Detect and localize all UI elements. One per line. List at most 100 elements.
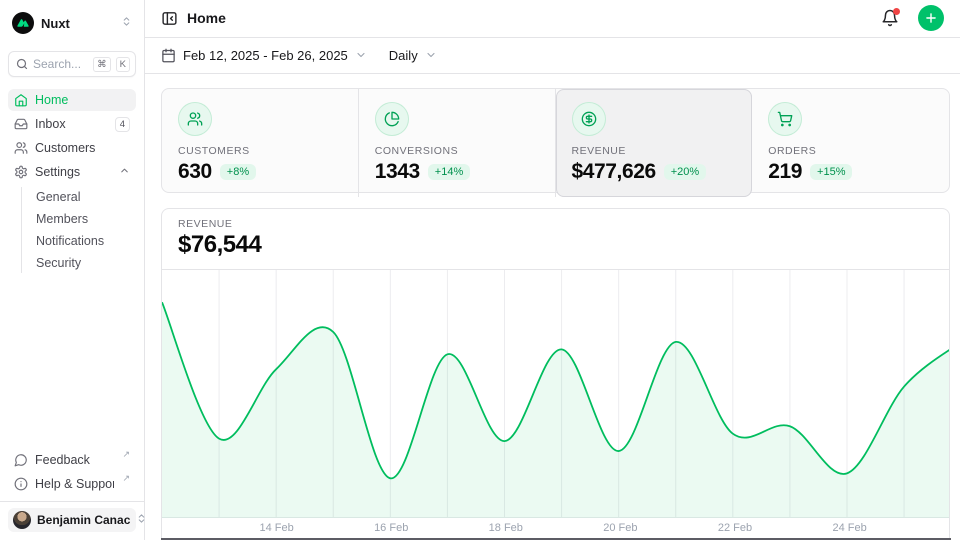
- stat-card-customers[interactable]: CUSTOMERS 630 +8%: [162, 89, 359, 197]
- sidebar-item-label: Home: [35, 93, 130, 107]
- workspace-name: Nuxt: [41, 16, 114, 31]
- content: CUSTOMERS 630 +8% CONVERSIONS 1343 +14%: [145, 74, 960, 540]
- avatar: [13, 511, 31, 529]
- delta-badge: +20%: [664, 164, 706, 180]
- chart-title: REVENUE: [178, 218, 933, 230]
- workspace-switcher[interactable]: Nuxt: [8, 10, 136, 36]
- external-link-icon: ↗: [122, 473, 130, 484]
- sidebar-item-inbox[interactable]: Inbox 4: [8, 113, 136, 135]
- sidebar-item-security[interactable]: Security: [32, 253, 136, 273]
- x-axis-label: 16 Feb: [374, 522, 408, 534]
- sidebar-item-label: Settings: [35, 165, 112, 179]
- footer-item-label: Feedback: [35, 453, 114, 467]
- x-axis-label: 22 Feb: [718, 522, 752, 534]
- dollar-circle-icon: [572, 102, 606, 136]
- chevron-down-icon: [425, 49, 437, 61]
- gear-icon: [14, 165, 28, 179]
- revenue-area-chart[interactable]: [162, 270, 949, 518]
- x-axis: 14 Feb 16 Feb 18 Feb 20 Feb 22 Feb 24 Feb: [162, 518, 949, 540]
- sidebar: Nuxt ⌘ K Home Inbox 4 Customers: [0, 0, 145, 540]
- stat-label: ORDERS: [768, 145, 933, 157]
- stat-label: CUSTOMERS: [178, 145, 342, 157]
- sidebar-item-customers[interactable]: Customers: [8, 137, 136, 159]
- stat-card-revenue[interactable]: REVENUE $477,626 +20%: [556, 89, 753, 197]
- stats-row: CUSTOMERS 630 +8% CONVERSIONS 1343 +14%: [161, 88, 950, 193]
- footer-item-label: Help & Support: [35, 477, 114, 491]
- nuxt-logo-icon: [12, 12, 34, 34]
- x-axis-label: 24 Feb: [832, 522, 866, 534]
- stat-card-orders[interactable]: ORDERS 219 +15%: [752, 89, 949, 197]
- stat-value: 219: [768, 160, 802, 184]
- date-range-picker[interactable]: Feb 12, 2025 - Feb 26, 2025: [161, 48, 367, 63]
- date-range-label: Feb 12, 2025 - Feb 26, 2025: [183, 48, 348, 63]
- sub-item-label: Security: [36, 256, 81, 270]
- delta-badge: +15%: [810, 164, 852, 180]
- filters-toolbar: Feb 12, 2025 - Feb 26, 2025 Daily: [145, 38, 960, 74]
- delta-badge: +14%: [428, 164, 470, 180]
- area-fill: [162, 302, 949, 518]
- period-label: Daily: [389, 48, 418, 63]
- search-icon: [16, 58, 28, 70]
- stat-value: 1343: [375, 160, 420, 184]
- users-icon: [14, 141, 28, 155]
- calendar-icon: [161, 48, 176, 63]
- x-axis-label: 20 Feb: [603, 522, 637, 534]
- sub-item-label: Notifications: [36, 234, 104, 248]
- stat-label: CONVERSIONS: [375, 145, 539, 157]
- settings-sub-list: General Members Notifications Security: [21, 187, 136, 273]
- chart-current-value: $76,544: [178, 231, 933, 259]
- home-icon: [14, 93, 28, 107]
- sidebar-item-settings[interactable]: Settings: [8, 161, 136, 183]
- stat-value: 630: [178, 160, 212, 184]
- sidebar-footer: Feedback ↗ Help & Support ↗: [8, 449, 136, 501]
- user-menu[interactable]: Benjamin Canac: [8, 508, 136, 532]
- notifications-button[interactable]: [881, 9, 899, 27]
- stat-label: REVENUE: [572, 145, 736, 157]
- divider: [0, 501, 144, 502]
- panel-left-icon: [161, 10, 178, 27]
- sidebar-item-members[interactable]: Members: [32, 209, 136, 229]
- sidebar-item-home[interactable]: Home: [8, 89, 136, 111]
- sub-item-label: Members: [36, 212, 88, 226]
- user-name: Benjamin Canac: [37, 513, 130, 527]
- chart-plot[interactable]: [162, 270, 949, 518]
- sidebar-item-notifications[interactable]: Notifications: [32, 231, 136, 251]
- stat-value: $477,626: [572, 160, 656, 184]
- users-icon: [178, 102, 212, 136]
- help-support-link[interactable]: Help & Support ↗: [8, 473, 136, 495]
- page-title: Home: [187, 10, 872, 26]
- feedback-link[interactable]: Feedback ↗: [8, 449, 136, 471]
- kbd-meta: ⌘: [93, 57, 111, 72]
- add-button[interactable]: [918, 5, 944, 31]
- x-axis-label: 18 Feb: [489, 522, 523, 534]
- chat-bubble-icon: [14, 453, 28, 467]
- sidebar-item-label: Customers: [35, 141, 130, 155]
- chart-header: REVENUE $76,544: [162, 209, 949, 270]
- pie-chart-icon: [375, 102, 409, 136]
- stat-card-conversions[interactable]: CONVERSIONS 1343 +14%: [359, 89, 556, 197]
- chevrons-up-down-icon: [121, 14, 132, 32]
- cart-icon: [768, 102, 802, 136]
- page-header: Home: [145, 0, 960, 38]
- sidebar-item-label: Inbox: [35, 117, 108, 131]
- search-input[interactable]: ⌘ K: [8, 51, 136, 77]
- chevron-down-icon: [355, 49, 367, 61]
- plus-icon: [924, 11, 938, 25]
- sidebar-item-general[interactable]: General: [32, 187, 136, 207]
- external-link-icon: ↗: [122, 449, 130, 460]
- period-select[interactable]: Daily: [389, 48, 437, 63]
- dashboard-app: Nuxt ⌘ K Home Inbox 4 Customers: [0, 0, 960, 540]
- main-area: Home Feb 12, 2025 - Feb 26, 2025 Daily: [145, 0, 960, 540]
- inbox-icon: [14, 117, 28, 131]
- x-axis-label: 14 Feb: [259, 522, 293, 534]
- inbox-count-badge: 4: [115, 117, 130, 132]
- sub-item-label: General: [36, 190, 80, 204]
- delta-badge: +8%: [220, 164, 256, 180]
- chevron-up-icon: [119, 165, 130, 179]
- revenue-chart-card: REVENUE $76,544 14 Feb 16 Feb 18 Feb 20 Feb…: [161, 208, 950, 540]
- collapse-sidebar-button[interactable]: [161, 10, 178, 27]
- search-field[interactable]: [33, 57, 88, 71]
- sidebar-nav: Home Inbox 4 Customers Settings General: [8, 89, 136, 273]
- info-circle-icon: [14, 477, 28, 491]
- kbd-k: K: [116, 57, 130, 72]
